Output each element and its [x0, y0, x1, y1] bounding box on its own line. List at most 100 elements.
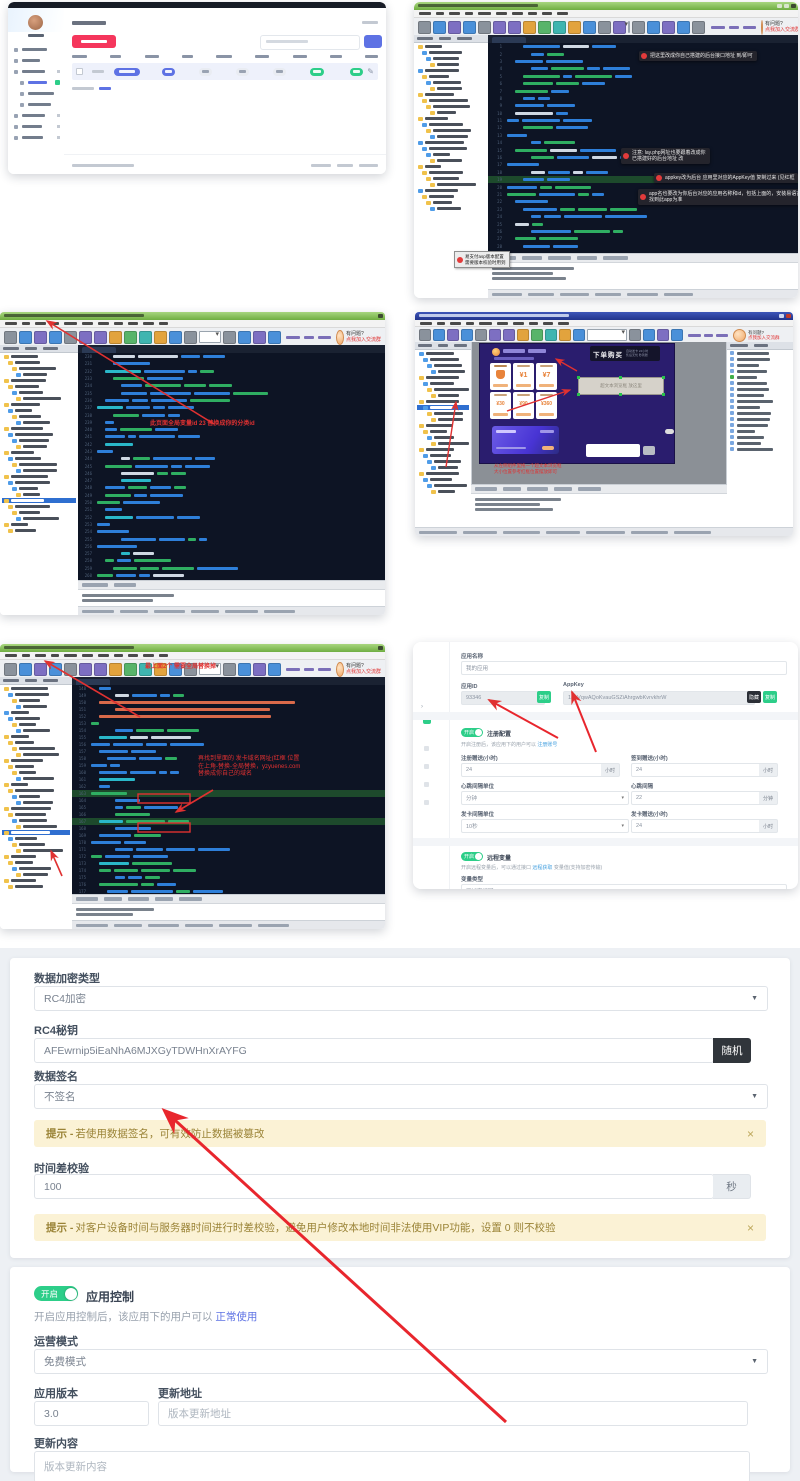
resize-handle[interactable]	[662, 376, 665, 379]
toolbar-icons[interactable]	[418, 21, 626, 34]
close-button[interactable]	[791, 4, 796, 8]
project-tree-panel[interactable]	[0, 677, 73, 929]
project-tree-panel[interactable]	[0, 345, 79, 615]
create-app-button[interactable]	[72, 35, 116, 48]
minimize-button[interactable]	[777, 4, 782, 8]
toolbar-icons-2[interactable]	[223, 663, 281, 676]
compile-combo[interactable]	[628, 21, 630, 33]
project-tree[interactable]	[414, 44, 488, 211]
update-url-input[interactable]	[158, 1401, 748, 1426]
search-input[interactable]	[260, 35, 360, 50]
toolbar-icons[interactable]	[419, 329, 585, 341]
toolbar-text-buttons[interactable]	[286, 668, 331, 671]
version-input-field[interactable]	[35, 1402, 148, 1425]
selected-htmlbox-component[interactable]: 超文本浏览框 放这里	[578, 377, 664, 395]
table-row[interactable]: ✎	[72, 63, 378, 80]
close-button[interactable]	[378, 646, 383, 650]
update-content-input-field[interactable]	[35, 1452, 749, 1481]
editor-tab[interactable]	[82, 347, 116, 353]
rc4-key-input-field[interactable]	[35, 1039, 713, 1062]
nav-dot[interactable]	[424, 782, 429, 787]
data-sign-select[interactable]: 不签名▼	[34, 1084, 768, 1109]
menu-bar[interactable]	[414, 10, 798, 18]
toolbar-text-buttons[interactable]	[688, 334, 728, 337]
project-tree[interactable]	[0, 686, 72, 889]
resize-handle[interactable]	[619, 393, 622, 396]
close-button[interactable]	[786, 314, 791, 318]
resize-handle[interactable]	[619, 376, 622, 379]
resize-handle[interactable]	[577, 376, 580, 379]
hide-key-button[interactable]: 隐藏	[747, 691, 761, 703]
compile-combo[interactable]	[199, 331, 221, 343]
menu-bar[interactable]	[0, 320, 385, 328]
rc4-key-input[interactable]	[34, 1038, 714, 1063]
alert-close-icon[interactable]: ×	[747, 1221, 754, 1235]
output-tabs[interactable]	[471, 485, 727, 494]
edit-pencil-icon[interactable]: ✎	[367, 67, 374, 76]
editor-tab[interactable]	[76, 679, 110, 685]
property-panel[interactable]	[726, 342, 793, 485]
component-tree-panel[interactable]	[415, 342, 472, 485]
maximize-button[interactable]	[784, 4, 789, 8]
editor-tab[interactable]	[492, 37, 526, 43]
variable-helper-link[interactable]: 远程获取	[532, 865, 552, 871]
output-tabs[interactable]	[72, 895, 385, 904]
code-editor[interactable]: 1481491501511521531541551561571581591601…	[72, 677, 385, 895]
toolbar-icons-2[interactable]	[223, 331, 281, 344]
property-list[interactable]	[727, 350, 793, 452]
nav-dot[interactable]	[424, 764, 429, 769]
search-button[interactable]	[364, 35, 382, 48]
resize-handle[interactable]	[577, 393, 580, 396]
field4-input[interactable]: 22	[631, 791, 769, 805]
app-control-toggle[interactable]: 开启	[34, 1286, 78, 1301]
register-helper-link[interactable]: 注册账号	[537, 742, 557, 748]
update-url-input-field[interactable]	[159, 1402, 747, 1425]
time-check-input[interactable]	[34, 1174, 714, 1199]
field1-input[interactable]: 24	[461, 763, 611, 777]
output-tabs[interactable]	[78, 581, 385, 590]
row-checkbox[interactable]	[76, 68, 83, 75]
project-tree[interactable]	[0, 354, 78, 533]
copy-key-button[interactable]: 复制	[763, 691, 777, 703]
component-tree[interactable]	[415, 351, 471, 494]
alert-close-icon[interactable]: ×	[747, 1127, 754, 1141]
register-toggle[interactable]: 开启	[461, 728, 483, 737]
app-id-input[interactable]: 93346	[461, 691, 545, 705]
toolbar-text-buttons[interactable]	[286, 336, 331, 339]
version-input[interactable]	[34, 1401, 149, 1426]
toolbar-icons[interactable]	[4, 331, 197, 344]
mode-select[interactable]: 免费模式▼	[34, 1349, 768, 1374]
appkey-input[interactable]: 1aoVqwAQoKvauGSZiAhrgwbKvrvkhrW	[563, 691, 755, 705]
random-key-button[interactable]: 随机	[713, 1038, 751, 1063]
normal-use-link[interactable]: 正常使用	[215, 1311, 257, 1323]
menu-bar[interactable]	[0, 652, 385, 660]
encryption-type-select[interactable]: RC4加密▼	[34, 986, 768, 1011]
maximize-button[interactable]	[779, 314, 784, 318]
time-check-input-field[interactable]	[35, 1175, 713, 1198]
variable-type-select[interactable]: 不加密返回▾	[461, 884, 787, 889]
field5-select[interactable]: 10秒▾	[461, 819, 629, 833]
field2-input[interactable]: 24	[631, 763, 769, 777]
close-button[interactable]	[378, 314, 383, 318]
nav-dot[interactable]	[424, 746, 429, 751]
menu-bar[interactable]	[415, 320, 793, 327]
resize-handle[interactable]	[662, 393, 665, 396]
toolbar-icons-2[interactable]	[629, 329, 683, 341]
output-tabs[interactable]	[488, 254, 798, 263]
editor-tab-strip[interactable]	[78, 345, 385, 353]
collapse-caret-icon[interactable]: ›	[421, 704, 423, 710]
code-editor[interactable]: 2302312322332342352362372382392402412422…	[78, 345, 385, 581]
editor-tab-strip[interactable]	[72, 677, 385, 685]
code-editor[interactable]: 1234567891011121314151617181920212223242…	[488, 35, 798, 254]
app-name-input[interactable]: 我的应用	[461, 661, 787, 675]
field3-select[interactable]: 分钟▾	[461, 791, 629, 805]
toolbar-text-buttons[interactable]	[711, 26, 756, 29]
copy-id-button[interactable]: 复制	[537, 691, 551, 703]
variable-toggle[interactable]: 开启	[461, 852, 483, 861]
editor-tab-strip[interactable]	[488, 35, 798, 43]
pagination[interactable]	[72, 87, 111, 90]
toolbar-icons-2[interactable]	[632, 21, 705, 34]
compile-combo[interactable]	[587, 329, 627, 341]
field6-input[interactable]: 24	[631, 819, 769, 833]
nav-dot[interactable]	[424, 800, 429, 805]
